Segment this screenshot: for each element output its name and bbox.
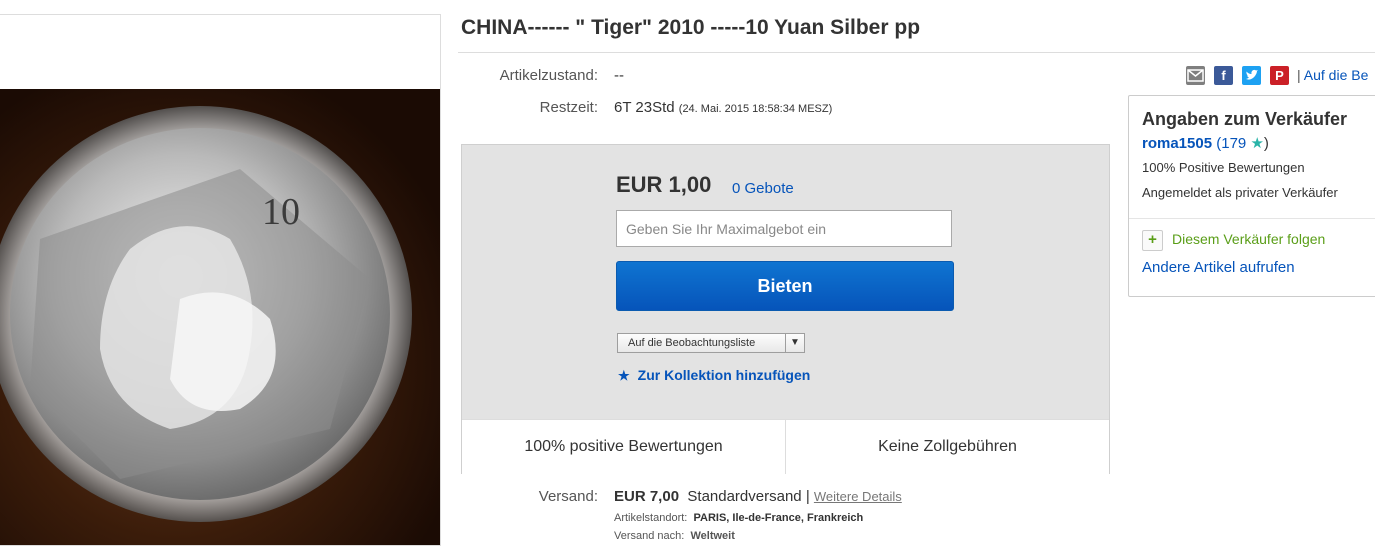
ships-to-value: Weltweit — [690, 530, 735, 542]
item-location-label: Artikelstandort: — [614, 512, 688, 524]
title-divider — [458, 52, 1375, 53]
time-left-value: 6T 23Std (24. Mai. 2015 18:58:34 MESZ) — [614, 99, 832, 116]
item-location-row: Artikelstandort: PARIS, Ile-de-France, F… — [614, 512, 863, 524]
positive-feedback-note: 100% positive Bewertungen — [524, 438, 723, 455]
coin-illustration: 10 — [0, 106, 412, 522]
watchlist-label: Auf die Beobachtungsliste — [628, 337, 756, 349]
shipping-price: EUR 7,00 — [614, 488, 680, 505]
bid-count-link[interactable]: 0 Gebote — [732, 180, 794, 197]
share-separator: | — [1297, 67, 1301, 83]
seller-positive-rating: 100% Positive Bewertungen — [1142, 160, 1305, 175]
auction-end-time: (24. Mai. 2015 18:58:34 MESZ) — [678, 103, 833, 115]
follow-seller-label: Diesem Verkäufer folgen — [1172, 231, 1326, 247]
condition-label: Artikelzustand: — [499, 67, 598, 84]
pinterest-icon[interactable]: P — [1270, 66, 1289, 85]
ships-to-row: Versand nach: Weltweit — [614, 530, 735, 542]
seller-username[interactable]: roma1505 — [1142, 135, 1212, 152]
shipping-row: EUR 7,00 Standardversand | Weitere Detai… — [614, 488, 902, 505]
collection-label: Zur Kollektion hinzufügen — [637, 367, 811, 383]
svg-text:10: 10 — [262, 191, 300, 233]
shipping-separator: | — [805, 488, 810, 505]
current-price: EUR 1,00 — [616, 172, 712, 197]
add-to-collection-link[interactable]: ★ Zur Kollektion hinzufügen — [618, 367, 810, 384]
item-location: PARIS, Ile-de-France, Frankreich — [693, 512, 864, 524]
follow-seller-link[interactable]: + Diesem Verkäufer folgen — [1142, 230, 1325, 251]
seller-info-title: Angaben zum Verkäufer — [1142, 109, 1348, 129]
shipping-method: Standardversand — [687, 488, 802, 505]
time-left-duration: 6T 23Std — [614, 99, 675, 116]
other-items-link[interactable]: Andere Artikel aufrufen — [1142, 259, 1295, 276]
plus-icon: + — [1142, 230, 1163, 251]
seller-divider — [1129, 218, 1375, 219]
bid-footer: 100% positive Bewertungen Keine Zollgebü… — [462, 419, 1109, 474]
watch-link-label: Auf die Be — [1303, 67, 1369, 83]
condition-value: -- — [614, 67, 624, 84]
add-to-watchlist-button[interactable]: Auf die Beobachtungsliste ▼ — [617, 333, 805, 353]
chevron-down-icon[interactable]: ▼ — [785, 334, 804, 352]
product-image-frame: 10 — [0, 14, 441, 546]
shipping-details-link[interactable]: Weitere Details — [814, 489, 902, 504]
twitter-icon[interactable] — [1242, 66, 1261, 85]
seller-feedback-score[interactable]: 179 — [1221, 135, 1246, 152]
star-icon: ★ — [618, 368, 630, 383]
seller-info-panel: Angaben zum Verkäufer roma1505 (179 ★) 1… — [1128, 95, 1375, 297]
bid-button[interactable]: Bieten — [616, 261, 954, 311]
teal-star-icon: ★ — [1250, 135, 1264, 152]
seller-type: Angemeldet als privater Verkäufer — [1142, 185, 1338, 200]
watch-link-top[interactable]: | Auf die Be — [1297, 67, 1368, 83]
no-customs-note: Keine Zollgebühren — [878, 438, 1017, 455]
seller-score-close: ) — [1263, 135, 1269, 152]
bid-panel: EUR 1,00 0 Gebote Bieten Auf die Beobach… — [461, 144, 1110, 474]
email-icon[interactable] — [1186, 66, 1205, 85]
ships-to-label: Versand nach: — [614, 530, 685, 542]
time-left-label: Restzeit: — [539, 99, 598, 116]
product-image[interactable]: 10 — [0, 89, 440, 545]
shipping-label: Versand: — [538, 488, 598, 505]
facebook-icon[interactable]: f — [1214, 66, 1233, 85]
max-bid-input[interactable] — [616, 210, 952, 247]
item-title: CHINA------ " Tiger" 2010 -----10 Yuan S… — [461, 16, 921, 39]
seller-name-row: roma1505 (179 ★) — [1142, 134, 1269, 152]
